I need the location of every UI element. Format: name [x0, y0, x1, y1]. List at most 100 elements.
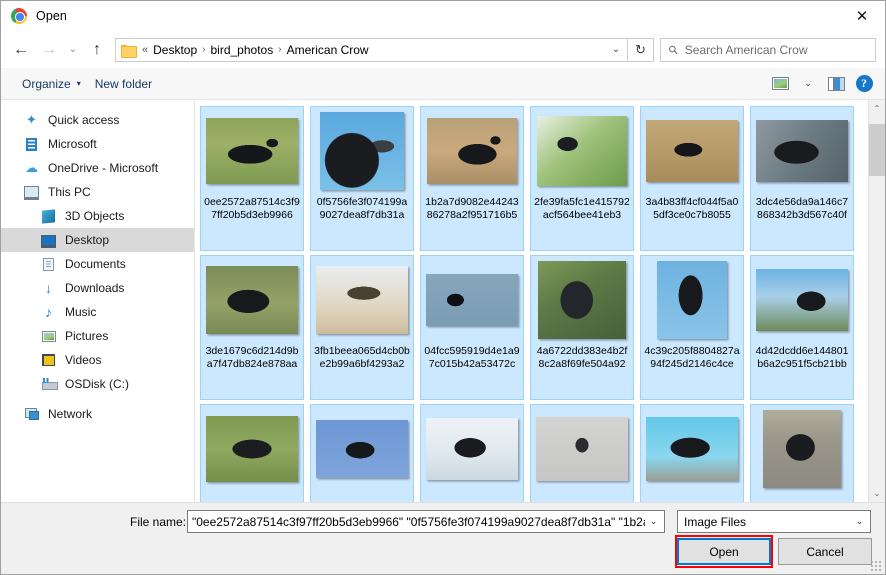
- file-tile[interactable]: 4c39c205f8804827a94f245d2146c4ce: [640, 255, 744, 400]
- sidebar-item-downloads[interactable]: ↓ Downloads: [1, 276, 194, 300]
- navigation-pane: ✦ Quick access Microsoft ☁ OneDrive - Micros…: [1, 100, 195, 502]
- file-thumbnail: [424, 410, 520, 488]
- file-tile[interactable]: 3a4b83ff4cf044f5a05df3ce0c7b8055: [640, 106, 744, 251]
- chevron-down-icon: ▾: [76, 79, 81, 88]
- sidebar-item-label: Pictures: [65, 329, 109, 343]
- breadcrumb-overflow[interactable]: «: [142, 44, 148, 56]
- thumbnail-image: [756, 120, 848, 182]
- building-icon: [23, 137, 40, 151]
- sidebar-item-network[interactable]: Network: [1, 402, 194, 426]
- window-title: Open: [36, 9, 67, 23]
- file-tile[interactable]: [200, 404, 304, 502]
- chevron-down-icon[interactable]: ⌄: [605, 39, 627, 61]
- breadcrumb-item-desktop[interactable]: Desktop: [153, 43, 197, 57]
- refresh-button[interactable]: ↻: [628, 37, 654, 62]
- file-tile[interactable]: 04fcc595919d4e1a97c015b42a53472c: [420, 255, 524, 400]
- breadcrumb-separator[interactable]: ›: [278, 44, 281, 55]
- file-name-input[interactable]: "0ee2572a87514c3f97ff20b5d3eb9966" "0f57…: [192, 515, 645, 529]
- file-tile[interactable]: [420, 404, 524, 502]
- breadcrumb-item-american-crow[interactable]: American Crow: [287, 43, 369, 57]
- file-tile[interactable]: [750, 404, 854, 502]
- forward-button[interactable]: →: [35, 36, 63, 64]
- close-icon[interactable]: ✕: [839, 1, 885, 31]
- download-icon: ↓: [45, 280, 52, 296]
- file-thumbnail: [424, 261, 520, 339]
- sidebar-item-label: Microsoft: [48, 137, 97, 151]
- sidebar-item-this-pc[interactable]: This PC: [1, 180, 194, 204]
- sidebar-item-label: Music: [65, 305, 97, 319]
- recent-locations-button[interactable]: ⌄: [63, 36, 83, 64]
- open-file-dialog: Open ✕ ← → ⌄ ↑ « › Desktop › bird_photos…: [0, 0, 886, 575]
- scroll-down-button[interactable]: ⌄: [869, 485, 886, 502]
- scroll-up-button[interactable]: ⌃: [869, 100, 886, 117]
- file-name-label-text: 4d42dcdd6e144801b6a2c951f5cb21bb: [755, 345, 849, 370]
- file-thumbnail: [644, 112, 740, 190]
- picture-icon: [40, 330, 57, 342]
- breadcrumb-separator[interactable]: ›: [202, 44, 205, 55]
- file-thumbnail: [754, 261, 850, 339]
- video-icon: [40, 354, 57, 366]
- file-tile[interactable]: 2fe39fa5fc1e415792acf564bee41eb3: [530, 106, 634, 251]
- sidebar-item-pictures[interactable]: Pictures: [1, 324, 194, 348]
- sidebar-item-osdisk-c[interactable]: OSDisk (C:): [1, 372, 194, 396]
- file-name-field[interactable]: "0ee2572a87514c3f97ff20b5d3eb9966" "0f57…: [187, 510, 665, 533]
- file-tile[interactable]: 3de1679c6d214d9ba7f47db824e878aa: [200, 255, 304, 400]
- file-tile[interactable]: 0f5756fe3f074199a9027dea8f7db31a: [310, 106, 414, 251]
- scrollbar-thumb[interactable]: [868, 124, 885, 177]
- view-mode-dropdown[interactable]: ⌄: [795, 72, 821, 96]
- monitor-icon: [23, 186, 40, 200]
- preview-pane-button[interactable]: [823, 72, 849, 96]
- file-tile[interactable]: 3fb1beea065d4cb0be2b99a6bf4293a2: [310, 255, 414, 400]
- file-name-label-text: 3fb1beea065d4cb0be2b99a6bf4293a2: [314, 345, 410, 370]
- up-button[interactable]: ↑: [83, 36, 111, 64]
- sidebar-item-label: Documents: [65, 257, 126, 271]
- file-type-filter-value: Image Files: [684, 514, 747, 529]
- sidebar-item-microsoft[interactable]: Microsoft: [1, 132, 194, 156]
- file-list-pane[interactable]: 0ee2572a87514c3f97ff20b5d3eb9966 0f5756fe…: [195, 100, 885, 502]
- title-bar: Open ✕: [1, 1, 885, 31]
- file-name-label-text: 3a4b83ff4cf044f5a05df3ce0c7b8055: [645, 196, 739, 221]
- file-tile[interactable]: 4a6722dd383e4b2f8c2a8f69fe504a92: [530, 255, 634, 400]
- breadcrumb[interactable]: « › Desktop › bird_photos › American Cro…: [115, 37, 628, 62]
- file-tile[interactable]: [310, 404, 414, 502]
- scrollbar-track[interactable]: [868, 117, 885, 485]
- file-tile[interactable]: 4d42dcdd6e144801b6a2c951f5cb21bb: [750, 255, 854, 400]
- document-icon: [40, 257, 57, 271]
- sidebar-item-videos[interactable]: Videos: [1, 348, 194, 372]
- sidebar-item-documents[interactable]: Documents: [1, 252, 194, 276]
- file-thumbnail: [204, 112, 300, 190]
- view-mode-button[interactable]: [767, 72, 793, 96]
- cloud-icon: ☁: [25, 160, 38, 175]
- chevron-down-icon[interactable]: ⌄: [645, 516, 662, 527]
- navigation-bar: ← → ⌄ ↑ « › Desktop › bird_photos › Amer…: [1, 31, 885, 68]
- new-folder-button[interactable]: New folder: [88, 73, 159, 95]
- resize-grip[interactable]: [870, 560, 882, 572]
- file-tile[interactable]: 0ee2572a87514c3f97ff20b5d3eb9966: [200, 106, 304, 251]
- sidebar-item-onedrive-microsoft[interactable]: ☁ OneDrive - Microsoft: [1, 156, 194, 180]
- sidebar-item-desktop[interactable]: Desktop: [1, 228, 194, 252]
- help-button[interactable]: ?: [851, 72, 877, 96]
- search-box[interactable]: ⚲ Search American Crow: [660, 37, 876, 62]
- file-tile[interactable]: [530, 404, 634, 502]
- file-name-label-text: 2fe39fa5fc1e415792acf564bee41eb3: [534, 196, 630, 221]
- back-button[interactable]: ←: [7, 36, 35, 64]
- thumbnail-image: [320, 112, 404, 190]
- file-tile[interactable]: 3dc4e56da9a146c7868342b3d567c40f: [750, 106, 854, 251]
- open-button[interactable]: Open: [677, 538, 771, 565]
- sidebar-item-label: Videos: [65, 353, 102, 367]
- vertical-scrollbar[interactable]: ⌃ ⌄: [868, 100, 885, 502]
- file-type-filter[interactable]: Image Files ⌄: [677, 510, 871, 533]
- file-thumbnail: [204, 261, 300, 339]
- organize-button[interactable]: Organize ▾: [15, 73, 88, 95]
- breadcrumb-item-bird-photos[interactable]: bird_photos: [211, 43, 274, 57]
- command-bar: Organize ▾ New folder ⌄ ?: [1, 68, 885, 100]
- sidebar-item-music[interactable]: ♪ Music: [1, 300, 194, 324]
- sidebar-item-quick-access[interactable]: ✦ Quick access: [1, 108, 194, 132]
- file-thumbnail: [534, 261, 630, 339]
- search-input[interactable]: Search American Crow: [685, 43, 808, 57]
- cancel-button[interactable]: Cancel: [778, 538, 872, 565]
- file-tile[interactable]: 1b2a7d9082e4424386278a2f951716b5: [420, 106, 524, 251]
- file-tile[interactable]: [640, 404, 744, 502]
- file-grid: 0ee2572a87514c3f97ff20b5d3eb9966 0f5756fe…: [195, 100, 867, 502]
- sidebar-item-3d-objects[interactable]: 3D Objects: [1, 204, 194, 228]
